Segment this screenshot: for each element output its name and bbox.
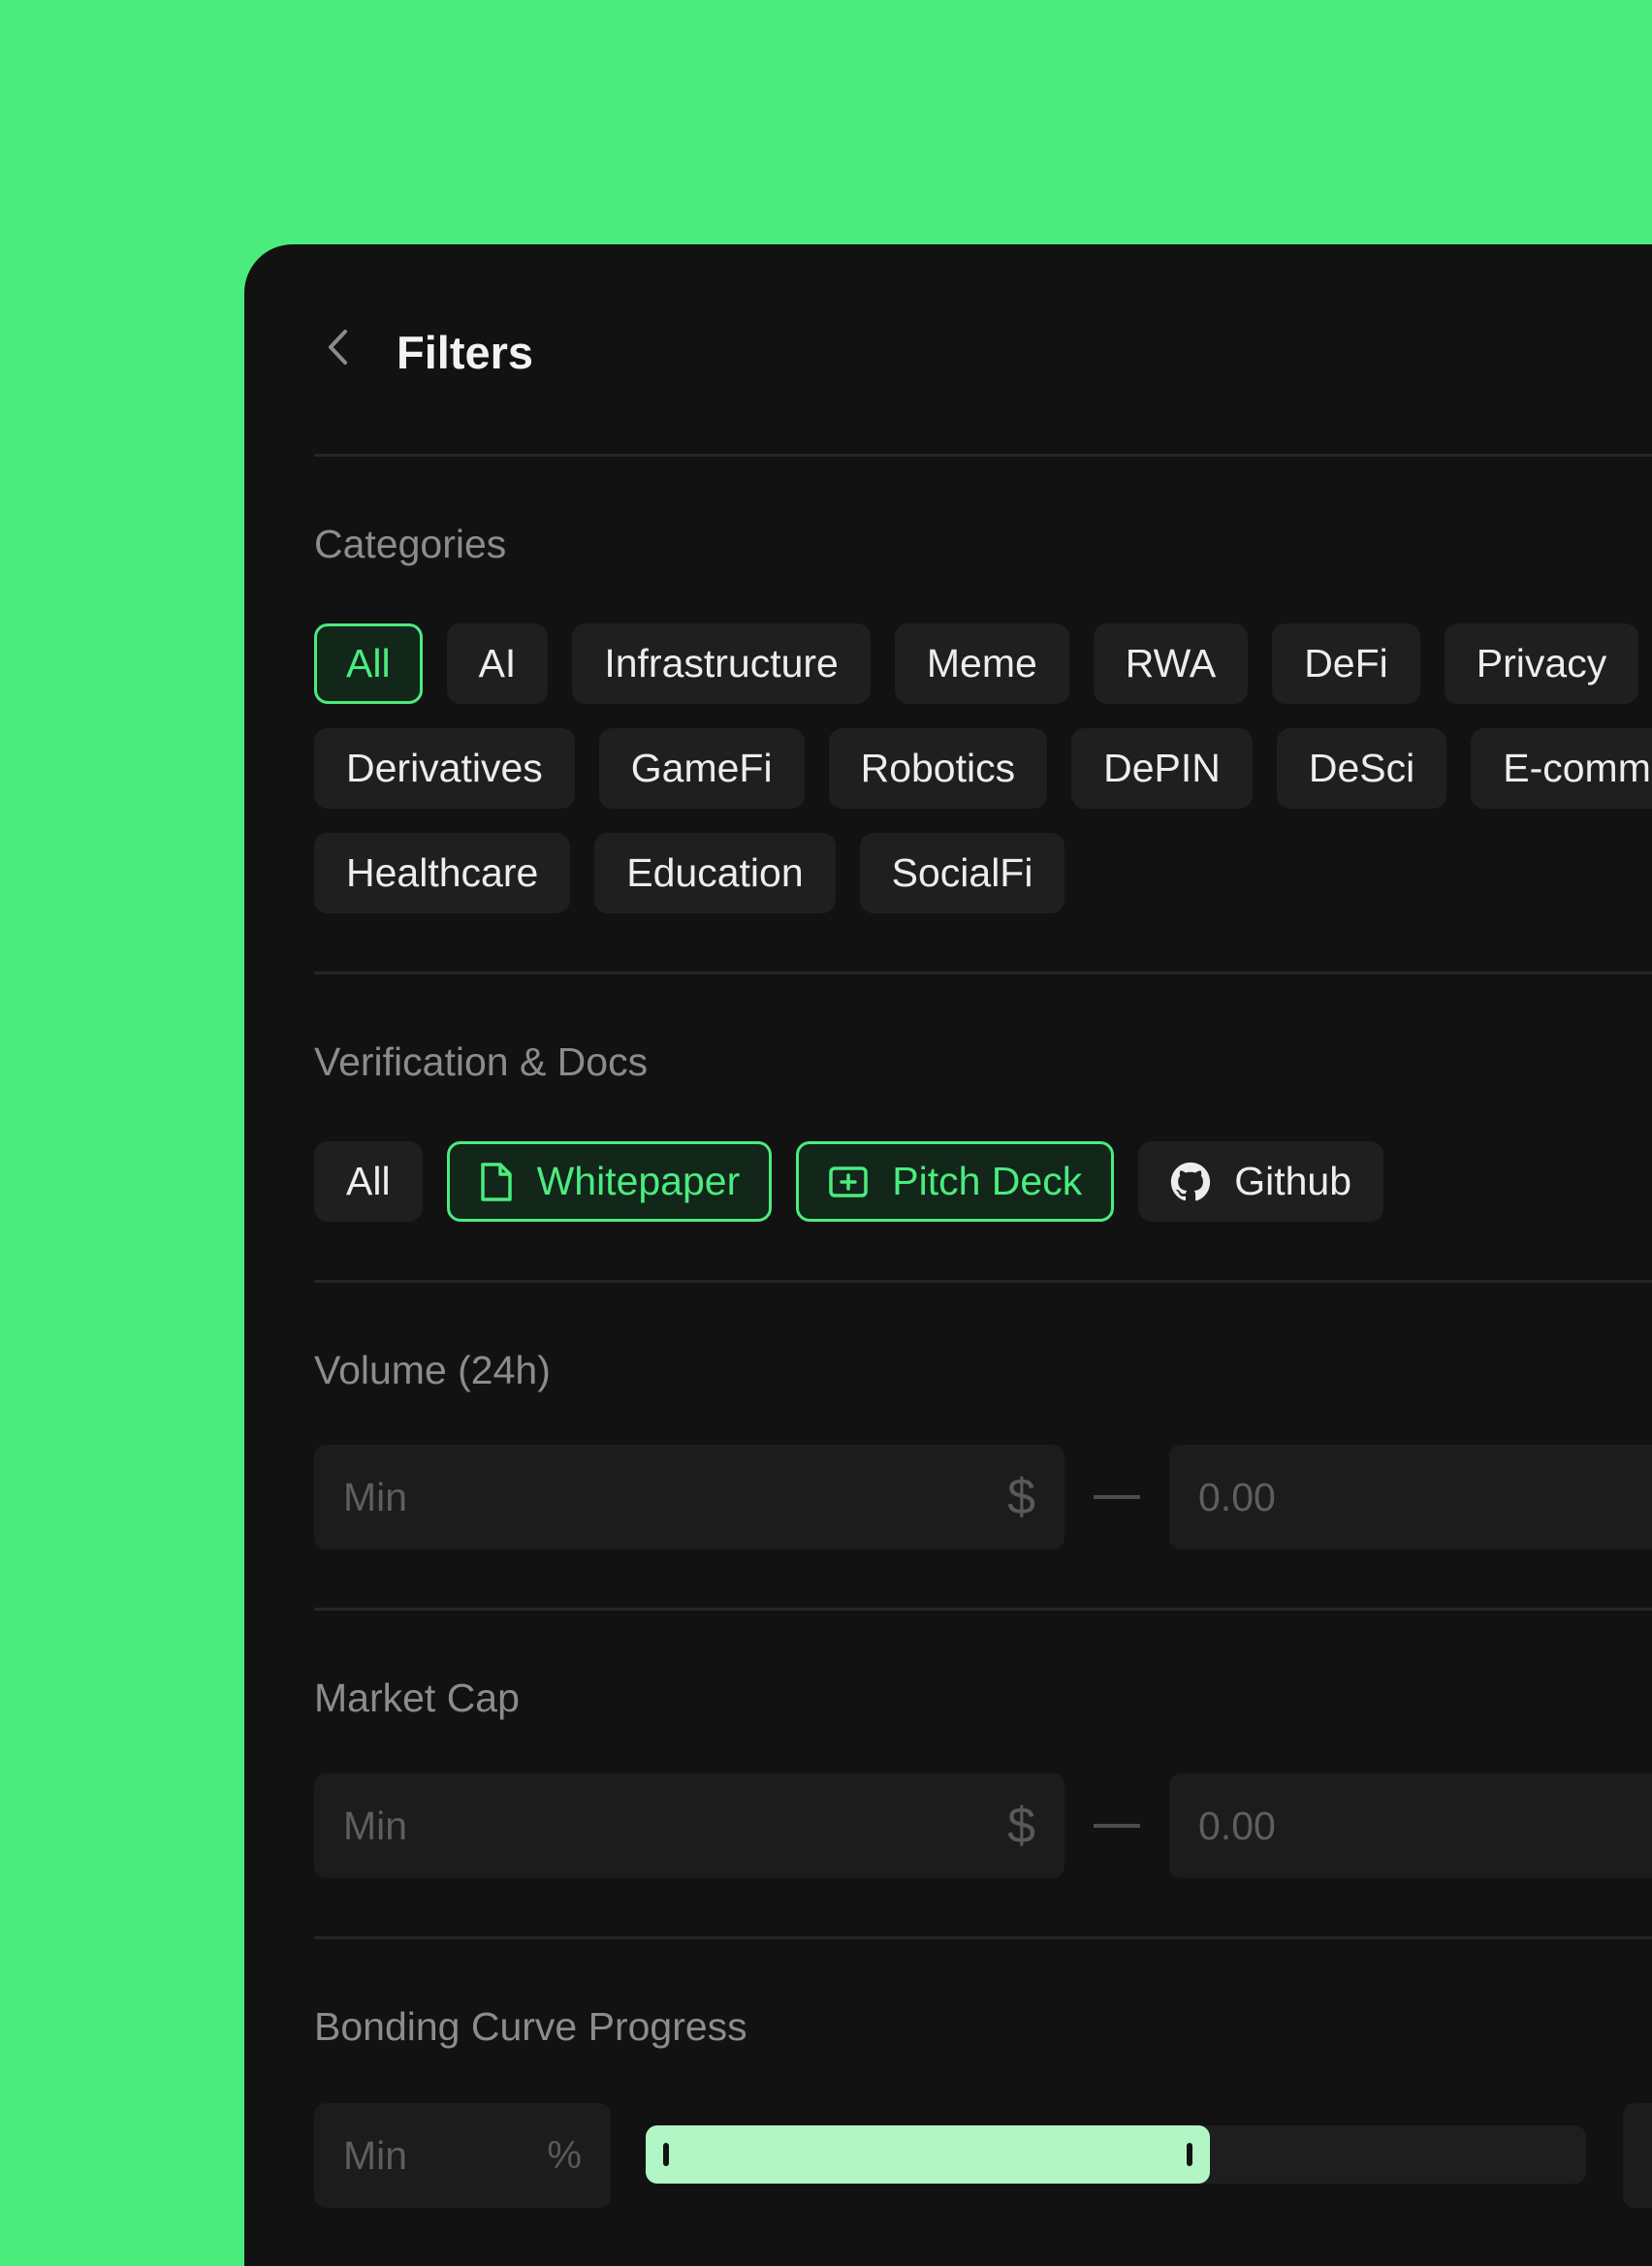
- chip-label: Robotics: [860, 746, 1016, 790]
- divider: [314, 454, 1652, 457]
- percent-icon: %: [547, 2133, 582, 2177]
- chip-label: Meme: [926, 641, 1037, 686]
- verification-label: Verification & Docs: [314, 1039, 649, 1084]
- market-cap-label: Market Cap: [314, 1676, 520, 1720]
- category-chip-defi[interactable]: DeFi: [1272, 623, 1420, 704]
- bonding-curve-label: Bonding Curve Progress: [314, 2004, 747, 2049]
- input-placeholder: Min: [343, 2132, 408, 2178]
- volume-max-input[interactable]: 0.00: [1169, 1445, 1652, 1549]
- dollar-icon: $: [1007, 1798, 1035, 1854]
- category-chip-socialfi[interactable]: SocialFi: [859, 833, 1065, 913]
- chip-label: DePIN: [1103, 746, 1221, 790]
- market-cap-range: Min $ 0.00: [314, 1773, 1652, 1878]
- chip-label: Education: [626, 850, 804, 895]
- category-chip-infrastructure[interactable]: Infrastructure: [572, 623, 871, 704]
- chip-label: All: [346, 1159, 391, 1203]
- bonding-curve-min: Min %: [314, 2103, 611, 2208]
- divider: [314, 1936, 1652, 1939]
- slider-handle-max[interactable]: [1187, 2143, 1192, 2166]
- category-chip-ecommerce[interactable]: E-comm: [1471, 728, 1652, 809]
- input-value: 0.00: [1198, 1474, 1276, 1519]
- divider: [314, 972, 1652, 974]
- category-chip-robotics[interactable]: Robotics: [828, 728, 1048, 809]
- presentation-icon: [828, 1165, 869, 1199]
- category-chip-gamefi[interactable]: GameFi: [598, 728, 805, 809]
- input-placeholder: Min: [343, 1803, 408, 1848]
- category-chip-desci[interactable]: DeSci: [1276, 728, 1447, 809]
- market-cap-min-input[interactable]: Min $: [314, 1773, 1064, 1878]
- chip-label: GameFi: [630, 746, 773, 790]
- dollar-icon: $: [1007, 1469, 1035, 1525]
- category-chip-all[interactable]: All: [314, 623, 423, 704]
- chip-label: Pitch Deck: [892, 1159, 1083, 1203]
- categories-label: Categories: [314, 522, 507, 566]
- page-title: Filters: [397, 327, 534, 378]
- category-chip-education[interactable]: Education: [594, 833, 836, 913]
- verification-chip-pitch-deck[interactable]: Pitch Deck: [796, 1141, 1115, 1222]
- chip-label: All: [346, 641, 391, 686]
- chevron-left-icon[interactable]: [316, 326, 359, 368]
- category-chip-privacy[interactable]: Privacy: [1444, 623, 1639, 704]
- verification-chip-all[interactable]: All: [314, 1141, 423, 1222]
- category-chip-depin[interactable]: DePIN: [1071, 728, 1253, 809]
- volume-label: Volume (24h): [314, 1348, 551, 1392]
- filters-panel: Filters Categories All AI Infrastructure…: [244, 244, 1652, 2266]
- verification-row: All Whitepaper Pitch Deck Github: [314, 1141, 1384, 1222]
- market-cap-max-input[interactable]: 0.00: [1169, 1773, 1652, 1878]
- category-chip-rwa[interactable]: RWA: [1093, 623, 1249, 704]
- chip-label: E-comm: [1503, 746, 1651, 790]
- slider-fill: [646, 2125, 1210, 2184]
- chip-label: Github: [1234, 1159, 1352, 1203]
- category-chip-healthcare[interactable]: Healthcare: [314, 833, 571, 913]
- chip-label: Infrastructure: [604, 641, 839, 686]
- chip-label: AI: [478, 641, 517, 686]
- verification-chip-github[interactable]: Github: [1138, 1141, 1384, 1222]
- chip-label: Whitepaper: [536, 1159, 741, 1203]
- github-icon: [1170, 1162, 1211, 1202]
- category-chip-ai[interactable]: AI: [446, 623, 549, 704]
- slider-handle-min[interactable]: [663, 2143, 669, 2166]
- categories-row-2: Derivatives GameFi Robotics DePIN DeSci …: [314, 728, 1652, 809]
- volume-range: Min $ 0.00: [314, 1445, 1652, 1549]
- range-dash: [1094, 1495, 1140, 1499]
- divider: [314, 1280, 1652, 1283]
- chip-label: Derivatives: [346, 746, 543, 790]
- divider: [314, 1608, 1652, 1611]
- input-value: 0.00: [1198, 1803, 1276, 1848]
- categories-row-3: Healthcare Education SocialFi: [314, 833, 1065, 913]
- chip-label: DeSci: [1308, 746, 1415, 790]
- chip-label: Healthcare: [346, 850, 539, 895]
- input-placeholder: Min: [343, 1474, 408, 1519]
- chip-label: DeFi: [1304, 641, 1388, 686]
- chip-label: Privacy: [1476, 641, 1607, 686]
- filters-header: Filters: [244, 244, 1652, 455]
- bonding-curve-slider[interactable]: [646, 2125, 1586, 2184]
- category-chip-meme[interactable]: Meme: [894, 623, 1069, 704]
- verification-chip-whitepaper[interactable]: Whitepaper: [446, 1141, 773, 1222]
- bonding-curve-min-input[interactable]: Min %: [314, 2103, 611, 2208]
- volume-min-input[interactable]: Min $: [314, 1445, 1064, 1549]
- bonding-curve-max-input[interactable]: [1623, 2103, 1652, 2208]
- category-chip-derivatives[interactable]: Derivatives: [314, 728, 575, 809]
- chip-label: RWA: [1125, 641, 1217, 686]
- document-icon: [479, 1162, 514, 1202]
- range-dash: [1094, 1824, 1140, 1828]
- categories-row-1: All AI Infrastructure Meme RWA DeFi Priv…: [314, 623, 1639, 704]
- chip-label: SocialFi: [891, 850, 1033, 895]
